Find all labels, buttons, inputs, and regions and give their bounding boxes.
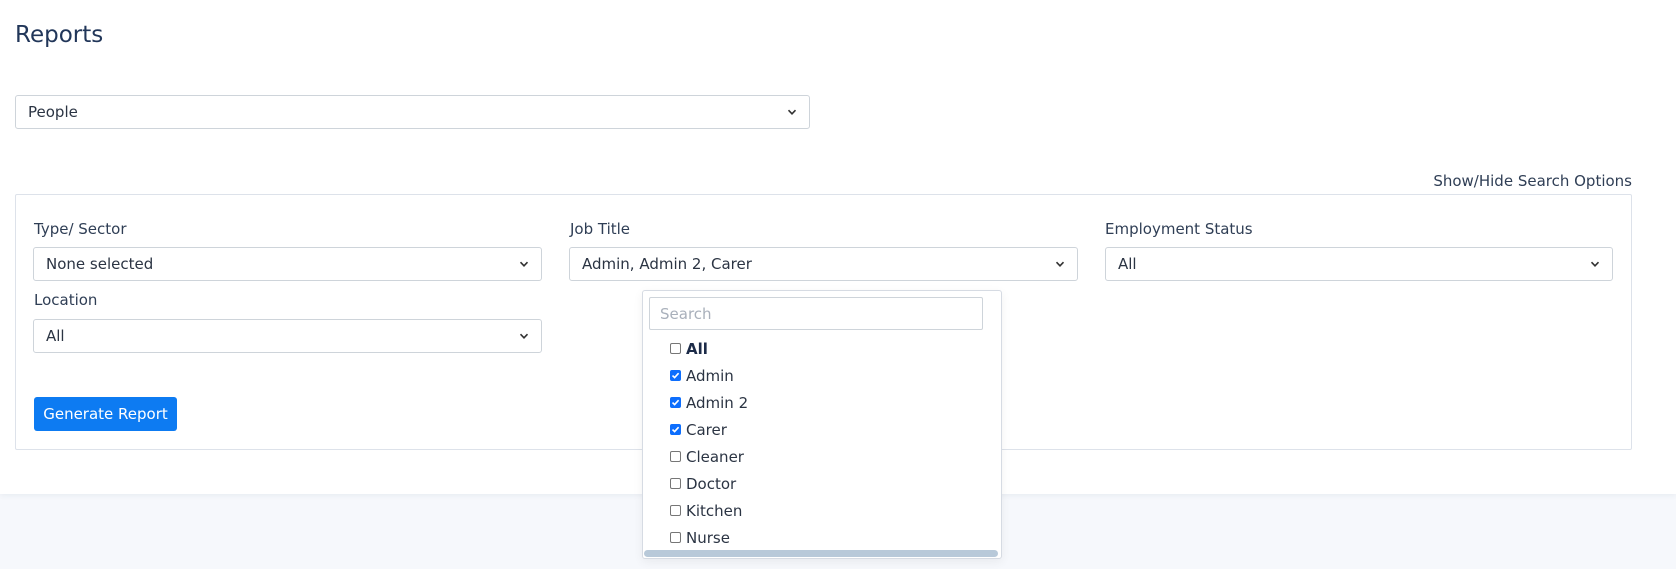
job-title-option-label: Admin — [686, 366, 734, 385]
job-title-option[interactable]: Kitchen — [670, 497, 748, 524]
checkbox[interactable] — [670, 478, 681, 489]
chevron-down-icon — [519, 259, 529, 269]
generate-report-button[interactable]: Generate Report — [34, 397, 177, 431]
job-title-value: Admin, Admin 2, Carer — [582, 255, 752, 273]
location-label: Location — [34, 291, 98, 309]
checkbox-checked[interactable] — [670, 424, 681, 435]
job-title-dropdown-menu: All Admin Admin 2 Carer Cleaner Doctor Kitchen… — [642, 290, 1002, 559]
job-title-option-label: Doctor — [686, 474, 737, 493]
chevron-down-icon — [1590, 259, 1600, 269]
job-title-option[interactable]: Admin — [670, 362, 748, 389]
job-title-option-label: Carer — [686, 420, 727, 439]
location-value: All — [46, 327, 65, 345]
job-title-option[interactable]: All — [670, 335, 748, 362]
job-title-option-label: Kitchen — [686, 501, 743, 520]
job-title-label: Job Title — [570, 220, 631, 238]
report-type-select[interactable]: People — [15, 95, 810, 129]
employment-status-value: All — [1118, 255, 1137, 273]
checkbox[interactable] — [670, 343, 681, 354]
page-title: Reports — [15, 22, 104, 48]
job-title-option-label: Nurse — [686, 528, 730, 547]
chevron-down-icon — [1055, 259, 1065, 269]
job-title-option[interactable]: Doctor — [670, 470, 748, 497]
job-title-option-label: Admin 2 — [686, 393, 749, 412]
checkbox-checked[interactable] — [670, 397, 681, 408]
show-hide-search-options-link[interactable]: Show/Hide Search Options — [1433, 172, 1632, 190]
job-title-option[interactable]: Cleaner — [670, 443, 748, 470]
type-sector-select[interactable]: None selected — [33, 247, 542, 281]
checkbox[interactable] — [670, 451, 681, 462]
horizontal-scrollbar[interactable] — [644, 550, 998, 557]
job-title-option[interactable]: Carer — [670, 416, 748, 443]
report-type-value: People — [28, 103, 78, 121]
checkbox[interactable] — [670, 505, 681, 516]
chevron-down-icon — [787, 107, 797, 117]
checkbox-checked[interactable] — [670, 370, 681, 381]
type-sector-value: None selected — [46, 255, 154, 273]
chevron-down-icon — [519, 331, 529, 341]
job-title-select[interactable]: Admin, Admin 2, Carer — [569, 247, 1078, 281]
type-sector-label: Type/ Sector — [34, 220, 127, 238]
employment-status-select[interactable]: All — [1105, 247, 1613, 281]
checkbox[interactable] — [670, 532, 681, 543]
job-title-search-input[interactable] — [649, 297, 983, 330]
job-title-option[interactable]: Nurse — [670, 524, 748, 551]
job-title-option[interactable]: Admin 2 — [670, 389, 748, 416]
job-title-option-label: All — [686, 339, 708, 358]
employment-status-label: Employment Status — [1105, 220, 1253, 238]
job-title-option-label: Cleaner — [686, 447, 744, 466]
job-title-option-list: All Admin Admin 2 Carer Cleaner Doctor Kitchen… — [670, 335, 748, 551]
location-select[interactable]: All — [33, 319, 542, 353]
